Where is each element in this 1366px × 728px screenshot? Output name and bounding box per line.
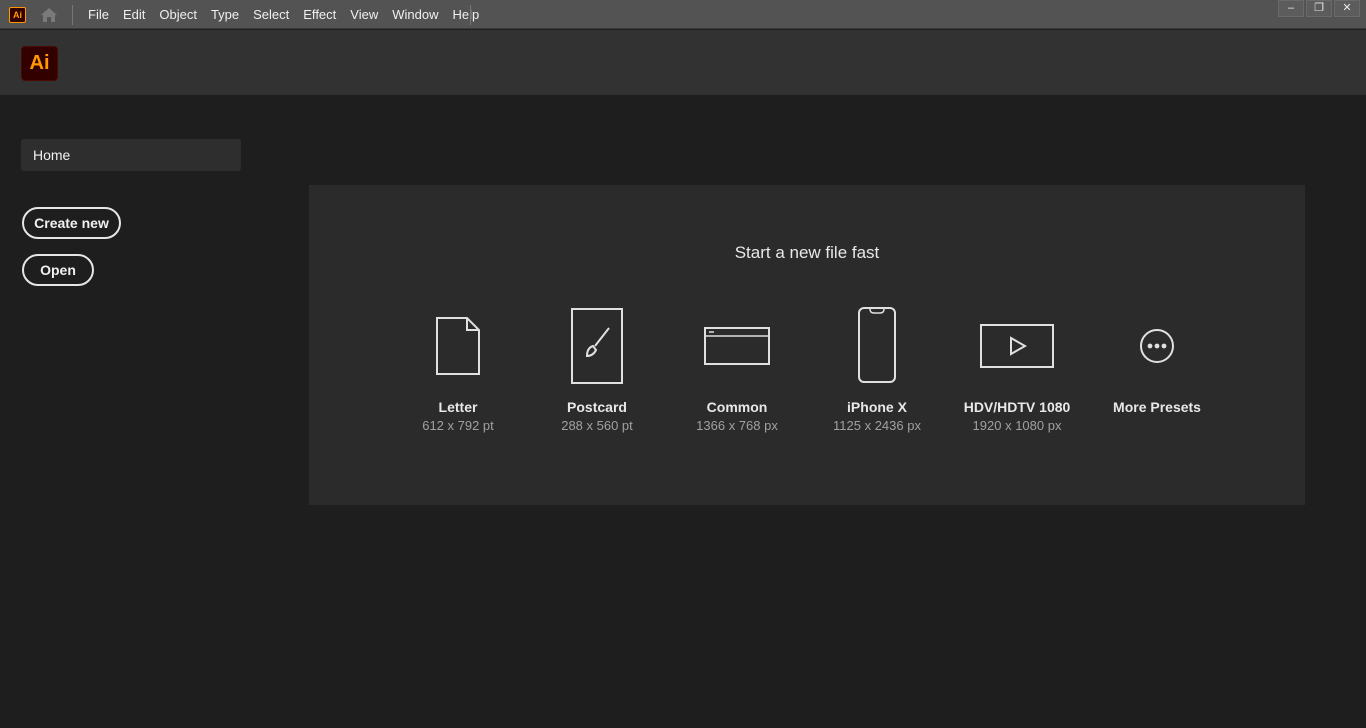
menu-file[interactable]: File (81, 0, 116, 29)
preset-name: HDV/HDTV 1080 (963, 399, 1071, 415)
preset-size: 612 x 792 pt (422, 418, 494, 433)
menu-edit[interactable]: Edit (116, 0, 152, 29)
preset-common[interactable]: Common 1366 x 768 px (667, 303, 807, 443)
menu-object[interactable]: Object (152, 0, 204, 29)
menu-help[interactable]: Help (445, 0, 486, 29)
menu-effect[interactable]: Effect (296, 0, 343, 29)
illustrator-logo: Ai (21, 46, 58, 81)
menu-items: File Edit Object Type Select Effect View… (81, 0, 486, 29)
menu-select[interactable]: Select (246, 0, 296, 29)
preset-more[interactable]: More Presets (1087, 303, 1227, 443)
preset-name: More Presets (1113, 399, 1201, 415)
menu-view[interactable]: View (343, 0, 385, 29)
preset-postcard[interactable]: Postcard 288 x 560 pt (527, 303, 667, 443)
open-button[interactable]: Open (22, 254, 94, 286)
preset-iphone-x[interactable]: iPhone X 1125 x 2436 px (807, 303, 947, 443)
brush-card-icon (527, 303, 667, 393)
preset-size: 1366 x 768 px (696, 418, 778, 433)
home-icon[interactable] (38, 6, 60, 24)
preset-name: Letter (438, 399, 478, 415)
sidebar-item-home[interactable]: Home (21, 139, 241, 171)
header-bar: Ai (0, 30, 1366, 95)
preset-name: Postcard (567, 399, 627, 415)
window-controls: – ❐ ✕ (1276, 0, 1360, 17)
minimize-button[interactable]: – (1278, 0, 1304, 17)
preset-name: iPhone X (847, 399, 907, 415)
preset-name: Common (706, 399, 768, 415)
create-new-button[interactable]: Create new (22, 207, 121, 239)
menu-type[interactable]: Type (204, 0, 246, 29)
preset-size: 1920 x 1080 px (972, 418, 1062, 433)
app-icon: Ai (9, 7, 26, 23)
phone-icon (807, 303, 947, 393)
quick-start-panel: Start a new file fast Letter 612 x 792 p… (309, 185, 1305, 505)
menu-divider (470, 5, 471, 25)
menu-bar: Ai File Edit Object Type Select Effect V… (0, 0, 1366, 29)
document-icon (388, 303, 528, 393)
close-button[interactable]: ✕ (1334, 0, 1360, 17)
preset-size: 288 x 560 pt (561, 418, 633, 433)
more-ellipsis-icon (1087, 303, 1227, 393)
preset-hdtv-1080[interactable]: HDV/HDTV 1080 1920 x 1080 px (947, 303, 1087, 443)
browser-window-icon (667, 303, 807, 393)
restore-button[interactable]: ❐ (1306, 0, 1332, 17)
video-play-icon (947, 303, 1087, 393)
preset-size: 1125 x 2436 px (833, 418, 921, 433)
menu-window[interactable]: Window (385, 0, 445, 29)
preset-letter[interactable]: Letter 612 x 792 pt (388, 303, 528, 443)
panel-title: Start a new file fast (734, 243, 880, 262)
menu-divider (72, 5, 73, 25)
